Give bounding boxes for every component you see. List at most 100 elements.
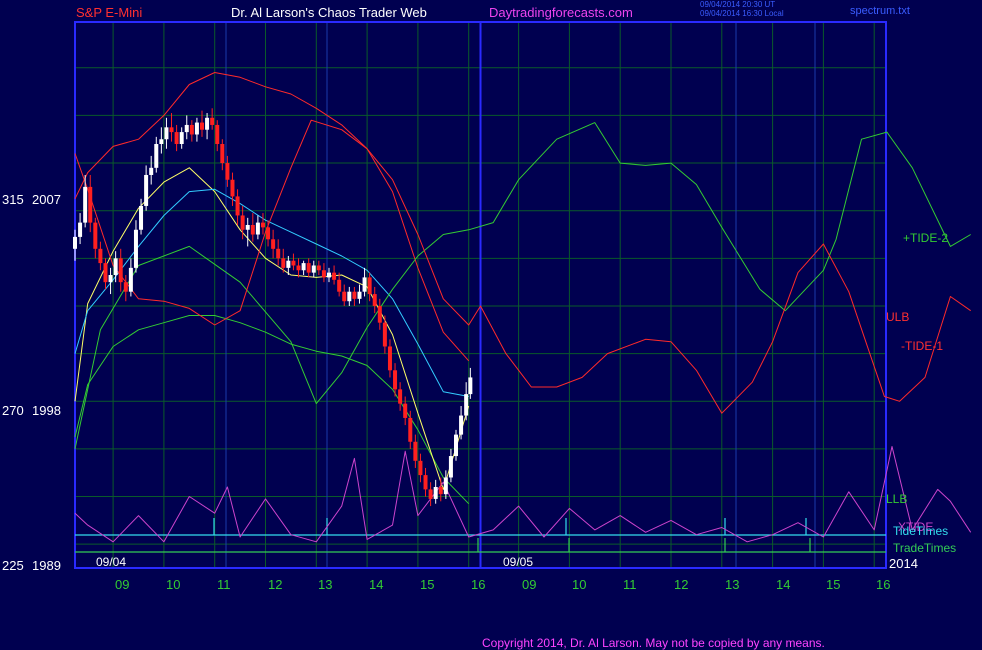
candle-body xyxy=(337,279,342,292)
candle-body xyxy=(408,417,413,442)
candle-body xyxy=(311,265,316,273)
candle-body xyxy=(108,275,113,283)
candle-body xyxy=(387,346,392,371)
x-tick-label: 11 xyxy=(217,577,231,592)
x-tick-label: 13 xyxy=(318,577,333,592)
label-tide2: +TIDE-2 xyxy=(903,231,949,245)
instrument-title: S&P E-Mini xyxy=(76,5,143,20)
series-line-tide-1 xyxy=(74,119,971,414)
candle-body xyxy=(306,263,311,273)
x-tick-label: 13 xyxy=(725,577,740,592)
x-tick-label: 14 xyxy=(776,577,791,592)
candle-body xyxy=(133,229,138,268)
candle-body xyxy=(316,265,321,271)
candle-body xyxy=(78,222,83,237)
label-tidetimes: TideTimes xyxy=(893,524,949,538)
candle-body xyxy=(372,294,377,306)
x-tick-label: 09 xyxy=(522,577,537,592)
x-tick-label: 16 xyxy=(876,577,891,592)
x-tick-label: 14 xyxy=(369,577,384,592)
x-tick-label: 12 xyxy=(268,577,283,592)
candle-body xyxy=(159,139,164,145)
y-label-right-0: 2007 xyxy=(32,192,61,207)
candle-body xyxy=(154,144,159,168)
x-tick-label: 15 xyxy=(420,577,435,592)
candle-body xyxy=(433,487,438,499)
y-label-left-1: 270 xyxy=(2,403,24,418)
candle-body xyxy=(342,291,347,302)
x-tick-label: 10 xyxy=(572,577,587,592)
candle-body xyxy=(332,272,337,280)
candle-body xyxy=(128,267,133,292)
file-name: spectrum.txt xyxy=(850,5,910,17)
author-title: Dr. Al Larson's Chaos Trader Web xyxy=(231,5,427,20)
site-link[interactable]: Daytradingforecasts.com xyxy=(489,6,633,19)
x-tick-label: 10 xyxy=(166,577,181,592)
candle-body xyxy=(443,477,448,495)
label-ulb: ULB xyxy=(886,310,910,324)
x-tick-label: 16 xyxy=(471,577,486,592)
candle-body xyxy=(393,370,398,390)
candle-body xyxy=(139,205,144,230)
x-tick-label: 09 xyxy=(115,577,130,592)
date-label-day1: 09/04 xyxy=(96,555,127,569)
candle-body xyxy=(205,117,210,130)
candle-body xyxy=(362,277,367,292)
candle-body xyxy=(83,186,88,223)
candle-body xyxy=(468,377,473,395)
date-label-day2: 09/05 xyxy=(503,555,534,569)
candle-body xyxy=(377,305,382,323)
candle-body xyxy=(448,456,453,478)
candle-body xyxy=(327,272,331,278)
candle-body xyxy=(210,117,215,125)
candle-body xyxy=(144,174,149,206)
candle-body xyxy=(382,322,387,347)
candle-body xyxy=(276,248,281,259)
y-label-left-0: 315 xyxy=(2,192,24,207)
candle-body xyxy=(291,260,296,266)
series-line-tide-2 xyxy=(74,122,971,450)
series-line-xtide xyxy=(74,446,972,543)
candle-body xyxy=(93,222,98,249)
candle-body xyxy=(174,132,179,145)
candle-body xyxy=(398,389,403,404)
candle-body xyxy=(413,441,418,461)
candle-body xyxy=(123,282,128,292)
candle-body xyxy=(266,227,271,240)
y-label-right-2: 1989 xyxy=(32,558,61,573)
candle-body xyxy=(438,487,443,495)
candle-body xyxy=(454,434,458,457)
label-tradetimes: TradeTimes xyxy=(893,541,957,555)
candle-body xyxy=(220,144,225,164)
x-tick-label: 12 xyxy=(674,577,689,592)
chart-canvas xyxy=(73,21,972,569)
timestamp-local: 09/04/2014 16:30 Local xyxy=(700,9,784,18)
candle-body xyxy=(286,260,291,268)
y-label-right-1: 1998 xyxy=(32,403,61,418)
copyright-notice: Copyright 2014, Dr. Al Larson. May not b… xyxy=(482,636,825,650)
candle-body xyxy=(459,415,464,435)
candle-body xyxy=(281,258,286,268)
label-tide1: -TIDE-1 xyxy=(901,339,943,353)
x-tick-label: 15 xyxy=(826,577,841,592)
candle-body xyxy=(464,394,469,416)
candle-body xyxy=(113,258,118,276)
candle-body xyxy=(194,122,199,135)
candle-body xyxy=(296,265,301,271)
candle-body xyxy=(235,196,240,216)
candle-body xyxy=(240,215,245,230)
candle-body xyxy=(149,167,154,175)
candle-body xyxy=(225,163,230,180)
candle-body xyxy=(423,475,428,490)
x-tick-label: 11 xyxy=(623,577,637,592)
label-llb: LLB xyxy=(886,492,908,506)
candle-body xyxy=(118,258,123,283)
candle-body xyxy=(347,291,352,302)
candle-body xyxy=(215,124,220,145)
candle-body xyxy=(200,122,204,130)
candle-body xyxy=(301,263,306,271)
candle-body xyxy=(73,236,77,249)
candle-body xyxy=(98,248,103,264)
candle-body xyxy=(255,222,260,235)
timestamp-ut: 09/04/2014 20:30 UT xyxy=(700,0,776,9)
